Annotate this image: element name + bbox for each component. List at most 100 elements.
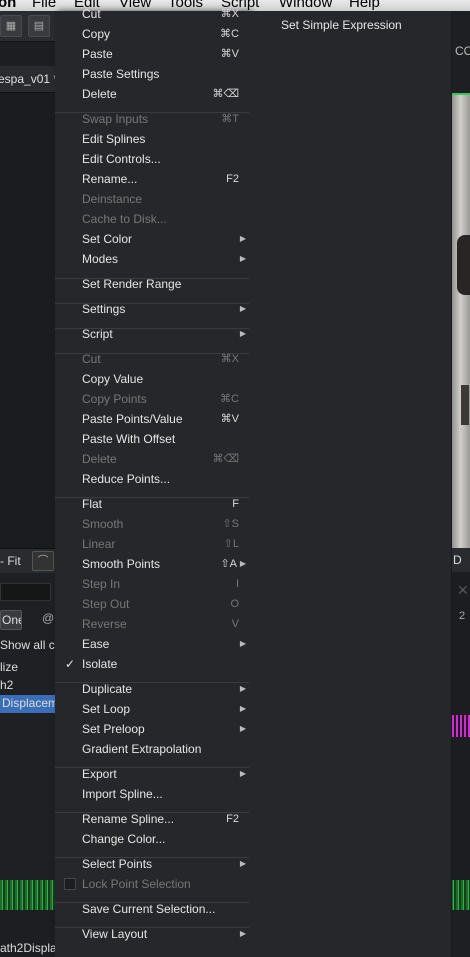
menu-item-label: Deinstance — [82, 192, 143, 206]
set-simple-expression-item[interactable]: Set Simple Expression — [249, 15, 451, 35]
viewer-figure-lower — [461, 385, 469, 425]
menu-item-duplicate[interactable]: Duplicate ▶ — [55, 679, 249, 699]
menu-item-label: Modes — [82, 252, 119, 266]
submenu-arrow-icon: ▶ — [239, 639, 246, 648]
menu-item-script[interactable]: Script ▶ — [55, 324, 249, 344]
menu-item-set-color[interactable]: Set Color ▶ — [55, 229, 249, 249]
menu-item-set-render-range[interactable]: Set Render Range — [55, 274, 249, 294]
menu-item-label: Smooth — [82, 517, 124, 531]
menu-item-label: Copy Points — [82, 392, 147, 406]
menu-item-shortcut: ⌘⌫ — [212, 88, 239, 100]
menu-item-reduce-points[interactable]: Reduce Points... — [55, 469, 249, 489]
menu-item-shortcut: ⌘C — [220, 393, 239, 405]
menu-item-export[interactable]: Export ▶ — [55, 764, 249, 784]
menubar-help[interactable]: Help — [349, 0, 380, 11]
menu-item-shortcut: ⌘X — [220, 353, 239, 365]
flow-tab[interactable]: espa_v01 * — [0, 66, 55, 93]
menu-item-edit-controls[interactable]: Edit Controls... — [55, 149, 249, 169]
one-button[interactable]: One — [0, 610, 22, 630]
menu-item-isolate[interactable]: ✓ Isolate — [55, 654, 249, 674]
menu-item-label: Paste Points/Value — [82, 412, 183, 426]
menu-item-settings[interactable]: Settings ▶ — [55, 299, 249, 319]
menu-item-rename[interactable]: Rename... F2 — [55, 169, 249, 189]
menubar-window[interactable]: Window — [279, 0, 332, 11]
fit-button[interactable]: - Fit — [0, 554, 21, 568]
floppy-icon[interactable]: ▤ — [28, 15, 50, 37]
menu-item-shortcut: ⌘C — [220, 28, 239, 40]
menu-item-save-current-selection[interactable]: Save Current Selection... — [55, 899, 249, 919]
menu-item-modes[interactable]: Modes ▶ — [55, 249, 249, 269]
menu-item-shortcut: ⌘T — [221, 113, 239, 125]
menu-item-set-loop[interactable]: Set Loop ▶ — [55, 699, 249, 719]
menu-item-label: Set Loop — [82, 702, 131, 716]
menu-item-view-layout[interactable]: View Layout ▶ — [55, 924, 249, 944]
menu-item-cut[interactable]: Cut ⌘X — [55, 4, 249, 24]
viewer-figure — [457, 235, 470, 295]
curve-icon[interactable]: ⌒ — [32, 551, 54, 571]
menu-item-label: Change Color... — [82, 832, 166, 846]
show-all-checkbox-label[interactable]: Show all co — [0, 638, 61, 652]
menu-item-smooth-points[interactable]: Smooth Points ⇧A ▶ — [55, 554, 249, 574]
menu-item-label: Paste Settings — [82, 67, 160, 81]
menu-item-delete: Delete ⌘⌫ — [55, 449, 249, 469]
submenu-arrow-icon: ▶ — [239, 559, 246, 568]
menu-item-label: Paste — [82, 47, 113, 61]
menu-item-copy-value[interactable]: Copy Value — [55, 369, 249, 389]
menu-item-lock-point-selection: Lock Point Selection — [55, 874, 249, 894]
submenu-arrow-icon: ▶ — [239, 234, 246, 243]
menu-item-shortcut: ⇧L — [223, 538, 239, 550]
menu-item-shortcut: I — [235, 578, 239, 590]
menu-item-label: Select Points — [82, 857, 153, 871]
menu-item-reverse: Reverse V — [55, 614, 249, 634]
tree-item-selected[interactable]: Displacem — [0, 695, 58, 713]
menu-item-ease[interactable]: Ease ▶ — [55, 634, 249, 654]
menu-item-label: Step In — [82, 577, 121, 591]
menubar-file[interactable]: File — [32, 0, 56, 11]
menu-item-change-color[interactable]: Change Color... — [55, 829, 249, 849]
viewer-footer-bar: - Fit ⌒ — [0, 548, 55, 574]
menu-item-shortcut: F2 — [226, 813, 239, 825]
graph-ruler-number: 2 — [459, 610, 466, 622]
menu-item-paste[interactable]: Paste ⌘V — [55, 44, 249, 64]
menu-item-shortcut: ⌘V — [220, 413, 239, 425]
menu-item-label: Duplicate — [82, 682, 133, 696]
timeline-strip — [0, 880, 55, 910]
spline-search-input[interactable] — [0, 583, 51, 601]
menu-item-label: Rename... — [82, 172, 138, 186]
menu-item-label: Edit Splines — [82, 132, 146, 146]
menu-item-shortcut: V — [231, 618, 239, 630]
tree-item[interactable]: lize — [0, 660, 18, 674]
menu-item-import-spline[interactable]: Import Spline... — [55, 784, 249, 804]
menu-item-label: Import Spline... — [82, 787, 163, 801]
menu-item-paste-settings[interactable]: Paste Settings — [55, 64, 249, 84]
menu-item-label: Linear — [82, 537, 116, 551]
menu-item-step-in: Step In I — [55, 574, 249, 594]
grid-icon[interactable]: ▦ — [0, 15, 22, 37]
menu-item-gradient-extrapolation[interactable]: Gradient Extrapolation — [55, 739, 249, 759]
menu-item-label: Reduce Points... — [82, 472, 171, 486]
submenu-arrow-icon: ▶ — [239, 724, 246, 733]
right-panel-header: CO — [455, 44, 470, 58]
menu-item-copy[interactable]: Copy ⌘C — [55, 24, 249, 44]
menu-item-label: Delete — [82, 87, 117, 101]
menu-item-label: Step Out — [82, 597, 130, 611]
menu-item-select-points[interactable]: Select Points ▶ — [55, 854, 249, 874]
menubar-app-name[interactable]: on — [0, 0, 16, 11]
menu-item-flat[interactable]: Flat F — [55, 494, 249, 514]
menu-item-rename-spline[interactable]: Rename Spline... F2 — [55, 809, 249, 829]
menu-item-shortcut: ⇧S — [222, 518, 239, 530]
menu-item-delete[interactable]: Delete ⌘⌫ — [55, 84, 249, 104]
menu-item-label: Set Color — [82, 232, 133, 246]
at-icon[interactable]: @ — [42, 611, 54, 625]
menu-item-paste-points-value[interactable]: Paste Points/Value ⌘V — [55, 409, 249, 429]
spline-curve[interactable] — [452, 715, 470, 737]
menu-item-paste-with-offset[interactable]: Paste With Offset — [55, 429, 249, 449]
menu-item-shortcut: ⌘⌫ — [212, 453, 239, 465]
close-icon[interactable]: ✕ — [457, 582, 469, 599]
menu-item-set-preloop[interactable]: Set Preloop ▶ — [55, 719, 249, 739]
menu-item-smooth: Smooth ⇧S — [55, 514, 249, 534]
tree-item[interactable]: h2 — [0, 678, 13, 692]
submenu-item-label: Set Simple Expression — [281, 18, 402, 32]
menu-item-shortcut: ⇧A — [220, 558, 237, 570]
menu-item-edit-splines[interactable]: Edit Splines — [55, 129, 249, 149]
